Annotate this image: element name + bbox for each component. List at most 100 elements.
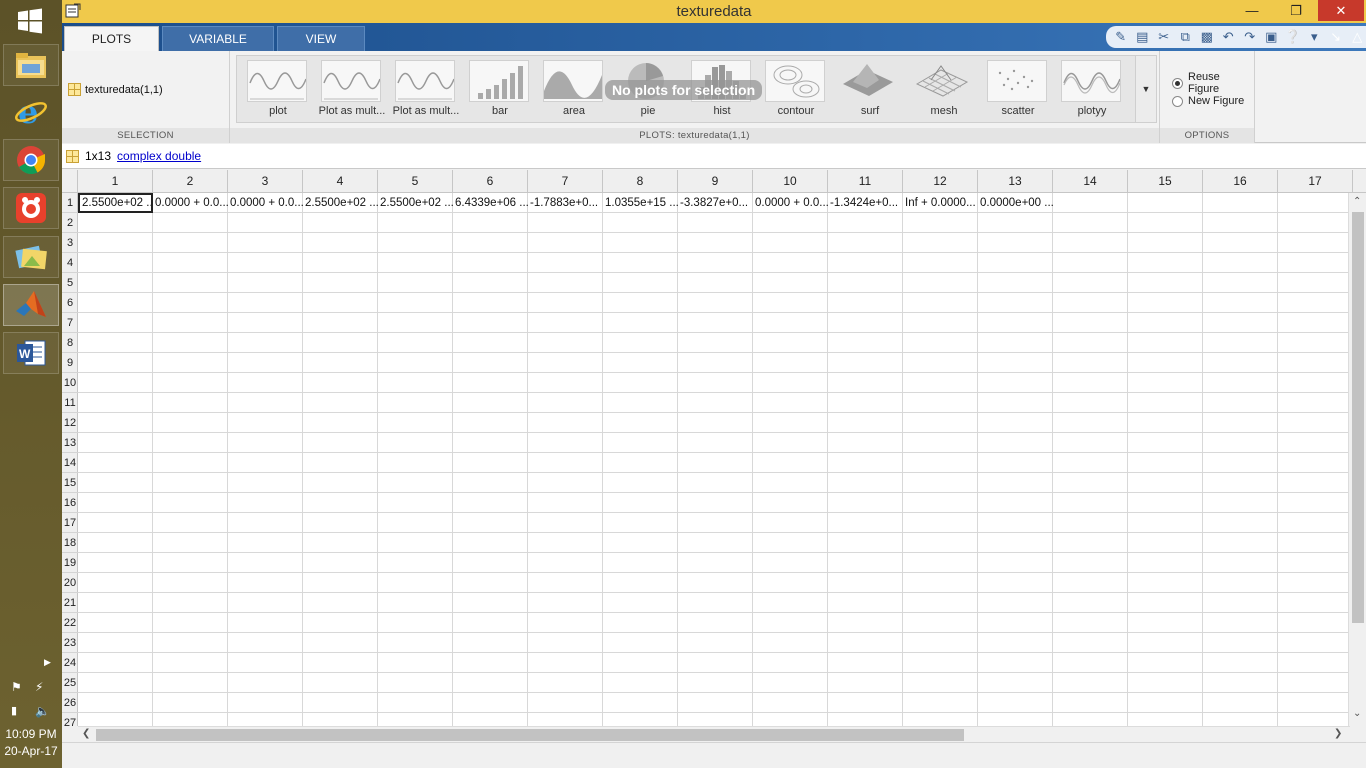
- plot-item-contour[interactable]: contour: [759, 58, 829, 122]
- plot-item-scatter[interactable]: scatter: [981, 58, 1051, 122]
- row-header[interactable]: 2: [62, 213, 78, 233]
- close-button[interactable]: ✕: [1318, 0, 1364, 21]
- column-header[interactable]: 6: [453, 170, 528, 193]
- horizontal-scrollbar[interactable]: ❮ ❯: [78, 726, 1350, 742]
- network-signal-icon[interactable]: ▮: [11, 704, 17, 717]
- plot-item-bar[interactable]: bar: [463, 58, 533, 122]
- redo-icon[interactable]: ↷: [1241, 28, 1259, 46]
- grid-corner[interactable]: [62, 170, 78, 193]
- switch-windows-icon[interactable]: ▣: [1263, 28, 1281, 46]
- grid-cell[interactable]: 2.5500e+02 ...: [78, 193, 153, 213]
- tab-view[interactable]: VIEW: [277, 26, 365, 51]
- column-header[interactable]: 10: [753, 170, 828, 193]
- column-header[interactable]: 13: [978, 170, 1053, 193]
- row-header[interactable]: 25: [62, 673, 78, 693]
- column-header[interactable]: 4: [303, 170, 378, 193]
- grid-cell[interactable]: 6.4339e+06 ...: [453, 193, 528, 213]
- column-header[interactable]: 7: [528, 170, 603, 193]
- vertical-scrollbar[interactable]: ⌃ ⌄: [1348, 193, 1366, 726]
- taskbar-chrome[interactable]: [3, 139, 59, 181]
- plot-item-mesh[interactable]: mesh: [907, 58, 977, 122]
- taskbar-matlab[interactable]: [3, 284, 59, 326]
- plot-item-surf[interactable]: surf: [833, 58, 903, 122]
- new-variable-icon[interactable]: ✎: [1112, 28, 1130, 46]
- restore-button[interactable]: ❐: [1274, 0, 1318, 21]
- paste-icon[interactable]: ▩: [1198, 28, 1216, 46]
- plot-item-plot[interactable]: plot: [241, 58, 311, 122]
- scroll-right-icon[interactable]: ❯: [1334, 728, 1342, 739]
- row-header[interactable]: 8: [62, 333, 78, 353]
- column-header[interactable]: 14: [1053, 170, 1128, 193]
- clock-date[interactable]: 20-Apr-17: [0, 744, 62, 758]
- show-hidden-icons-chevron-icon[interactable]: ▶: [44, 657, 51, 668]
- plot-item-plot-as-multiple-series[interactable]: Plot as mult...: [315, 58, 385, 122]
- column-header[interactable]: 2: [153, 170, 228, 193]
- row-header[interactable]: 14: [62, 453, 78, 473]
- row-header[interactable]: 15: [62, 473, 78, 493]
- row-header[interactable]: 22: [62, 613, 78, 633]
- grid-cell[interactable]: 2.5500e+02 ...: [303, 193, 378, 213]
- column-header[interactable]: 16: [1203, 170, 1278, 193]
- column-header[interactable]: 1: [78, 170, 153, 193]
- cut-icon[interactable]: ✂: [1155, 28, 1173, 46]
- row-header[interactable]: 19: [62, 553, 78, 573]
- new-figure-option[interactable]: New Figure: [1172, 95, 1244, 107]
- taskbar-word[interactable]: W: [3, 332, 59, 374]
- row-header[interactable]: 3: [62, 233, 78, 253]
- row-header[interactable]: 9: [62, 353, 78, 373]
- taskbar-screen-recorder[interactable]: [3, 187, 59, 229]
- taskbar-internet-explorer[interactable]: e: [3, 90, 59, 132]
- grid-cell[interactable]: -3.3827e+0...: [678, 193, 753, 213]
- row-header[interactable]: 27: [62, 713, 78, 726]
- windows-start-button[interactable]: [12, 6, 48, 36]
- clock-time[interactable]: 10:09 PM: [0, 727, 62, 741]
- horizontal-scroll-thumb[interactable]: [96, 729, 964, 741]
- action-center-flag-icon[interactable]: ⚑: [11, 680, 22, 694]
- scroll-down-icon[interactable]: ⌄: [1353, 708, 1361, 719]
- reuse-figure-radio[interactable]: [1172, 77, 1183, 89]
- row-header[interactable]: 6: [62, 293, 78, 313]
- dock-arrow-icon[interactable]: ↘: [1327, 28, 1345, 46]
- title-bar[interactable]: texturedata — ❐ ✕: [62, 0, 1366, 23]
- row-header[interactable]: 16: [62, 493, 78, 513]
- scroll-up-icon[interactable]: ⌃: [1353, 196, 1361, 207]
- row-header[interactable]: 18: [62, 533, 78, 553]
- row-header[interactable]: 12: [62, 413, 78, 433]
- taskbar-file-explorer[interactable]: [3, 44, 59, 86]
- row-header[interactable]: 21: [62, 593, 78, 613]
- minimize-button[interactable]: —: [1230, 0, 1274, 21]
- column-header[interactable]: 17: [1278, 170, 1353, 193]
- variable-type-link[interactable]: complex double: [117, 149, 201, 163]
- column-header[interactable]: 3: [228, 170, 303, 193]
- row-header[interactable]: 5: [62, 273, 78, 293]
- save-icon[interactable]: ▤: [1134, 28, 1152, 46]
- tab-variable[interactable]: VARIABLE: [162, 26, 274, 51]
- new-figure-radio[interactable]: [1172, 95, 1183, 107]
- power-plug-icon[interactable]: ⚡: [35, 680, 43, 694]
- grid-cell[interactable]: 1.0355e+15 ...: [603, 193, 678, 213]
- grid-cell[interactable]: -1.3424e+0...: [828, 193, 903, 213]
- column-header[interactable]: 11: [828, 170, 903, 193]
- minimize-ribbon-icon[interactable]: △: [1349, 28, 1366, 46]
- row-header[interactable]: 1: [62, 193, 78, 213]
- taskbar-photos[interactable]: [3, 236, 59, 278]
- grid-cells[interactable]: 2.5500e+02 ... 0.0000 + 0.0... 0.0000 + 0.…: [78, 193, 1348, 726]
- column-header[interactable]: 5: [378, 170, 453, 193]
- reuse-figure-option[interactable]: Reuse Figure: [1172, 71, 1254, 95]
- row-header[interactable]: 13: [62, 433, 78, 453]
- row-header[interactable]: 7: [62, 313, 78, 333]
- row-header[interactable]: 24: [62, 653, 78, 673]
- scroll-left-icon[interactable]: ❮: [82, 728, 90, 739]
- grid-cell[interactable]: Inf + 0.0000...: [903, 193, 978, 213]
- help-icon[interactable]: ❔: [1284, 28, 1302, 46]
- tab-plots[interactable]: PLOTS: [64, 26, 159, 51]
- grid-cell[interactable]: 0.0000 + 0.0...: [153, 193, 228, 213]
- column-header[interactable]: 15: [1128, 170, 1203, 193]
- row-header[interactable]: 10: [62, 373, 78, 393]
- row-header[interactable]: 17: [62, 513, 78, 533]
- gallery-expand-button[interactable]: ▼: [1135, 55, 1157, 123]
- row-header[interactable]: 26: [62, 693, 78, 713]
- plot-item-plot-as-multiple-series-2[interactable]: Plot as mult...: [389, 58, 459, 122]
- row-header[interactable]: 11: [62, 393, 78, 413]
- undo-icon[interactable]: ↶: [1220, 28, 1238, 46]
